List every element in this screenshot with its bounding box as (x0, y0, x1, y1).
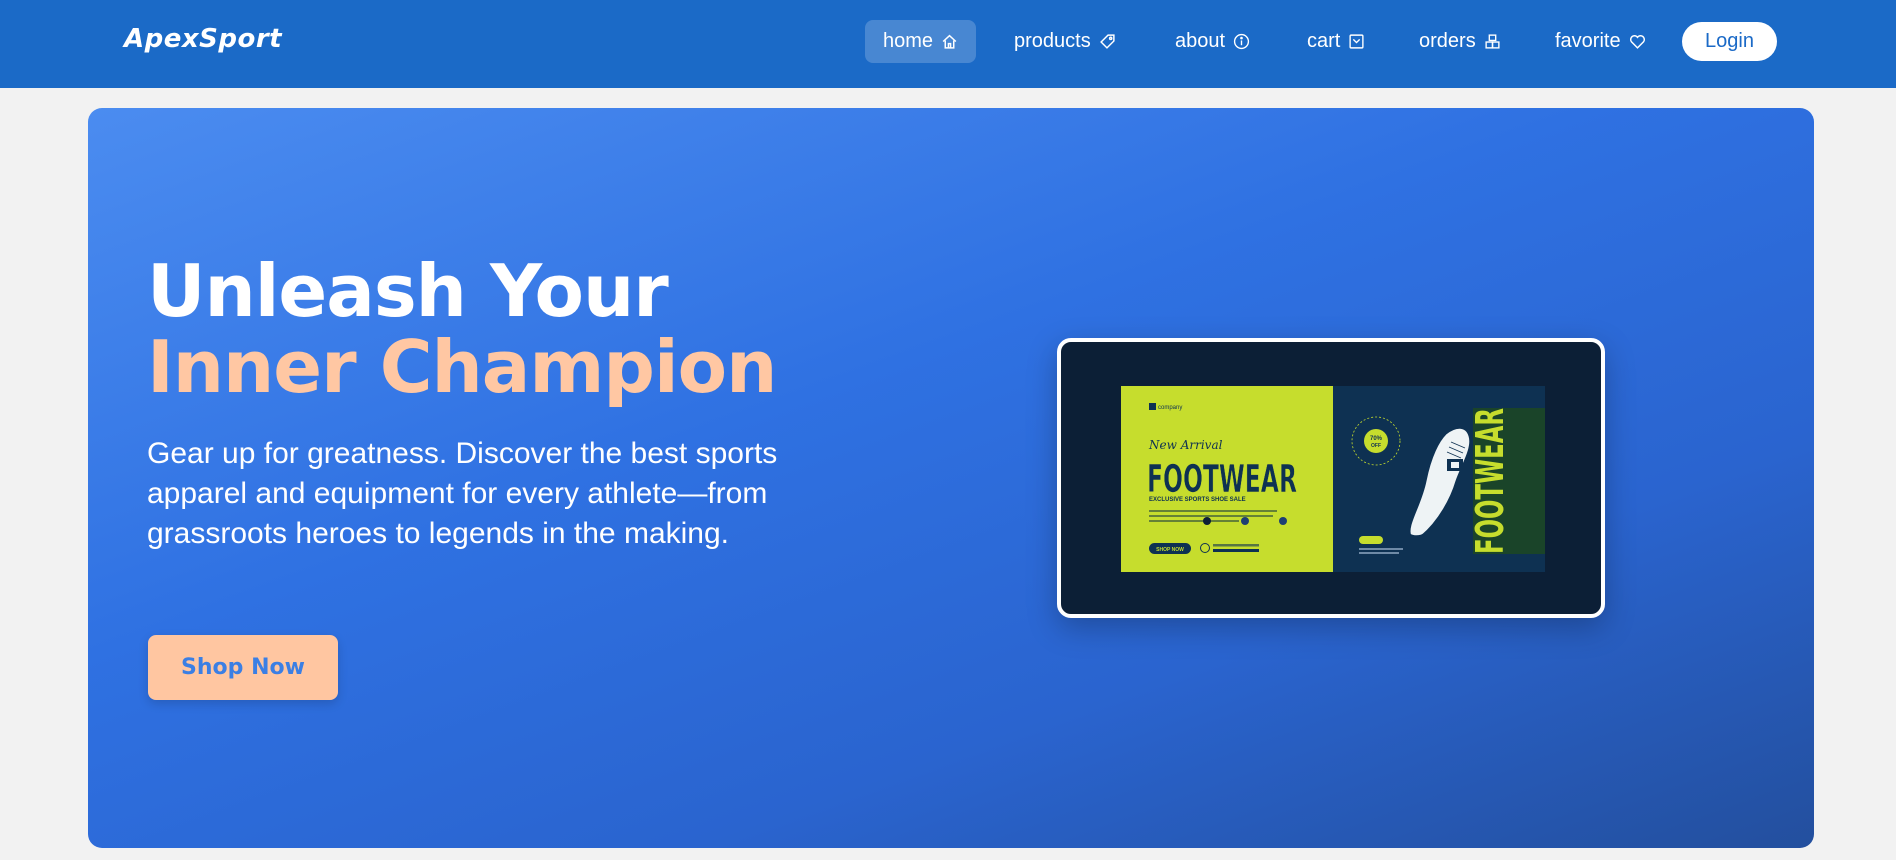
nav-products-label: products (1014, 30, 1091, 52)
banner-headline: FOOTWEAR (1147, 457, 1297, 501)
boxes-icon (1485, 34, 1500, 49)
nav-cart-label: cart (1307, 30, 1341, 52)
banner-vertical-text: FOOTWEAR (1468, 408, 1512, 554)
home-icon (942, 34, 957, 49)
badge-percent: 70% (1370, 436, 1383, 442)
footwear-promo-banner: company New Arrival FOOTWEAR EXCLUSIVE S… (1121, 386, 1545, 572)
nav-products[interactable]: products (996, 20, 1134, 63)
hero-section: Unleash Your Inner Champion Gear up for … (88, 108, 1814, 848)
hero-title: Unleash Your Inner Champion (147, 249, 777, 409)
banner-shop-now: SHOP NOW (1156, 547, 1184, 553)
nav-cart[interactable]: cart (1289, 20, 1383, 63)
hero-title-line1: Unleash Your (147, 249, 669, 333)
hero-subtitle: Gear up for greatness. Discover the best… (147, 437, 778, 550)
banner-company: company (1158, 405, 1182, 411)
shop-now-button[interactable]: Shop Now (148, 635, 338, 700)
brand-logo[interactable]: ApexSport (124, 24, 282, 54)
nav-home-label: home (883, 30, 934, 52)
nav-about[interactable]: about (1157, 20, 1268, 63)
nav-home[interactable]: home (865, 20, 977, 63)
hero-title-line2: Inner Champion (147, 325, 777, 409)
banner-script: New Arrival (1148, 438, 1223, 452)
carousel-indicators (1203, 517, 1287, 525)
tag-icon (1099, 34, 1115, 49)
login-button[interactable]: Login (1682, 22, 1777, 61)
hero-carousel[interactable]: company New Arrival FOOTWEAR EXCLUSIVE S… (1057, 338, 1605, 618)
nav-favorite-label: favorite (1555, 30, 1621, 52)
carousel-dot-2[interactable] (1241, 517, 1249, 525)
nav-orders-label: orders (1419, 30, 1476, 52)
carousel-dot-3[interactable] (1279, 517, 1287, 525)
navbar: ApexSport home products about cart order… (0, 0, 1896, 88)
heart-icon (1629, 35, 1645, 49)
cart-icon (1349, 34, 1364, 49)
info-icon (1233, 33, 1250, 50)
badge-off: OFF (1371, 443, 1381, 449)
nav-orders[interactable]: orders (1401, 20, 1519, 63)
carousel-dot-1[interactable] (1203, 517, 1211, 525)
banner-tagline: EXCLUSIVE SPORTS SHOE SALE (1149, 497, 1246, 503)
nav-favorite[interactable]: favorite (1537, 20, 1664, 63)
nav-about-label: about (1175, 30, 1226, 52)
